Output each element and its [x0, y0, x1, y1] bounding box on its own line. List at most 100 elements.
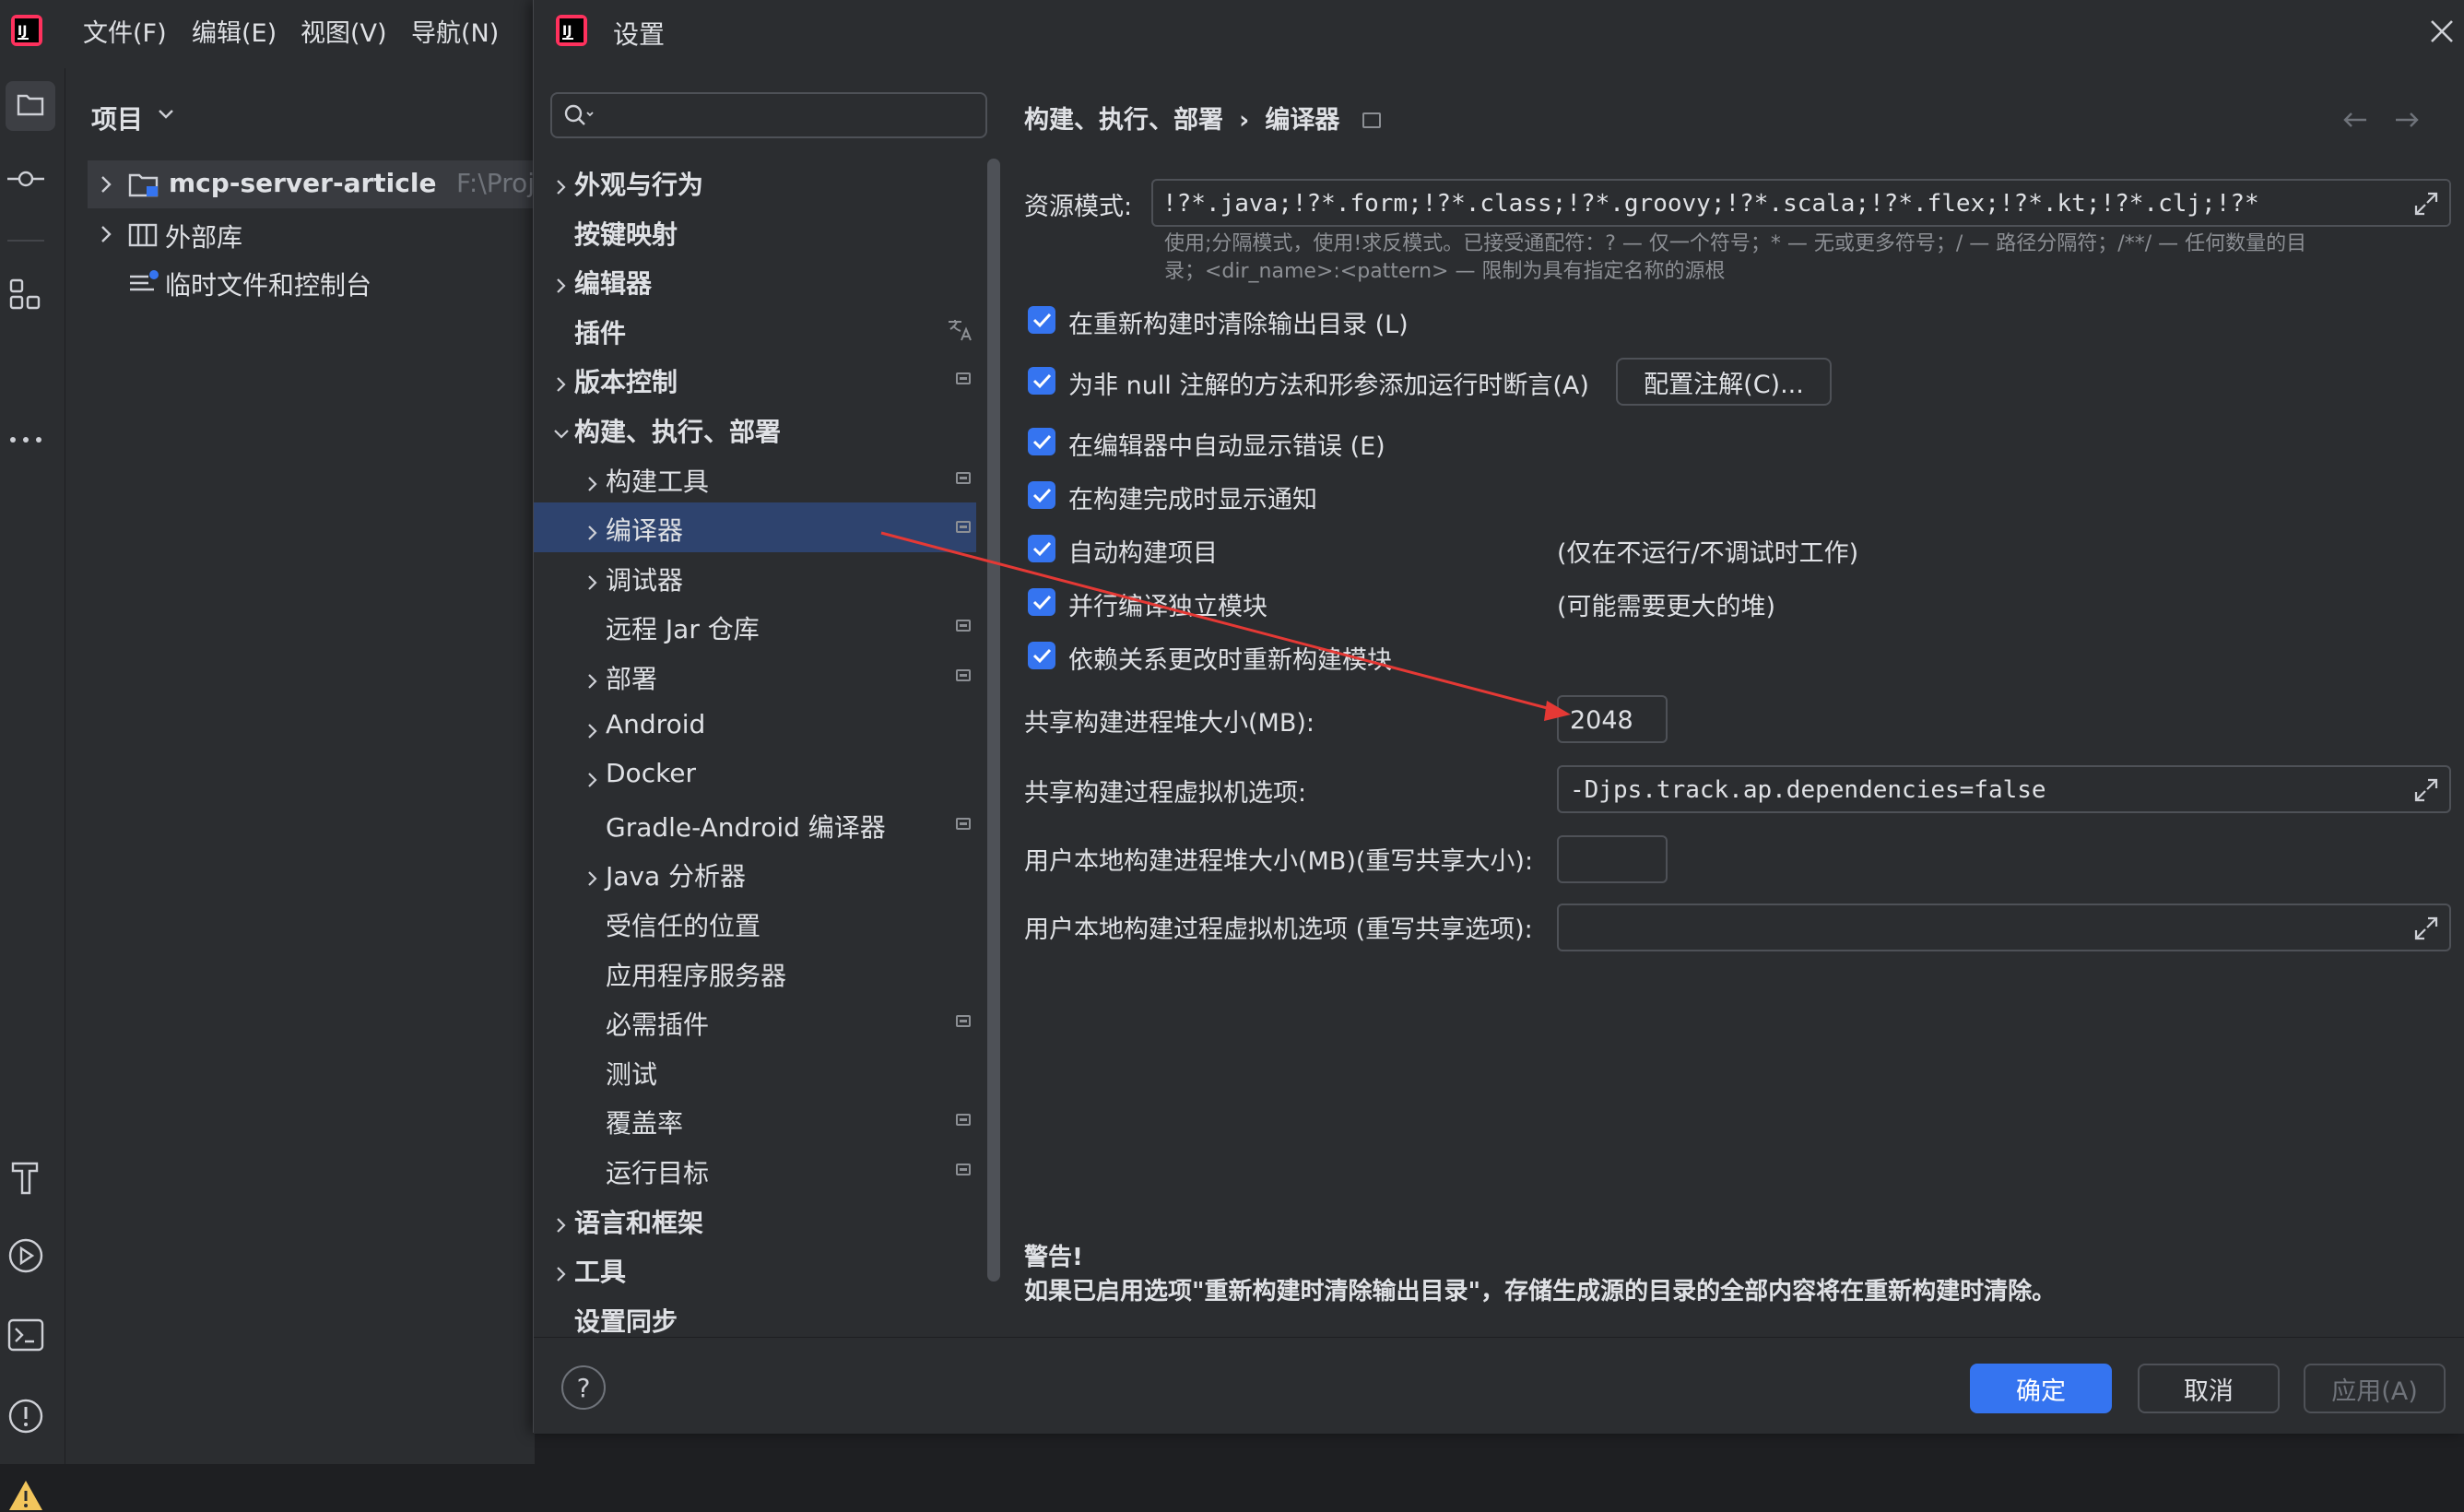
cancel-button[interactable]: 取消 — [2138, 1364, 2280, 1413]
breadcrumb-parent[interactable]: 构建、执行、部署 — [1024, 106, 1223, 135]
ok-button[interactable]: 确定 — [1970, 1364, 2112, 1413]
shared-vm-field[interactable]: -Djps.track.ap.dependencies=false — [1557, 765, 2451, 813]
expand-icon[interactable] — [2414, 192, 2438, 216]
nav-item[interactable]: 设置同步 — [534, 1293, 976, 1343]
project-panel-title[interactable]: 项目 — [91, 100, 143, 136]
nav-item[interactable]: 构建工具 — [534, 454, 976, 503]
nav-item[interactable]: Gradle-Android 编译器 — [534, 799, 976, 849]
checkbox[interactable] — [1028, 481, 1055, 509]
nav-scrollbar[interactable] — [987, 159, 1000, 1282]
resource-patterns-value[interactable]: !?*.java;!?*.form;!?*.class;!?*.groovy;!… — [1162, 190, 2259, 218]
option-label[interactable]: 在编辑器中自动显示错误 (E) — [1068, 426, 1385, 462]
option-not-null-assertions[interactable]: 为非 null 注解的方法和形参添加运行时断言(A) — [1028, 367, 1589, 400]
nav-item[interactable]: 编译器 — [534, 502, 976, 553]
configure-annotations-button[interactable]: 配置注解(C)... — [1616, 358, 1832, 406]
user-heap-field[interactable] — [1557, 835, 1668, 883]
help-button[interactable]: ? — [561, 1365, 606, 1410]
option-show-errors[interactable]: 在编辑器中自动显示错误 (E) — [1028, 428, 1385, 461]
chevron-right-icon[interactable] — [552, 172, 571, 195]
close-icon[interactable] — [2429, 18, 2455, 44]
menu-file[interactable]: 文件(F) — [83, 13, 167, 49]
chevron-right-icon[interactable] — [100, 225, 112, 243]
chevron-right-icon[interactable] — [552, 271, 571, 293]
checkbox[interactable] — [1028, 535, 1055, 562]
nav-item[interactable]: 编辑器 — [534, 255, 976, 305]
back-arrow-icon[interactable] — [2342, 111, 2368, 129]
nav-item[interactable]: 外观与行为 — [534, 157, 976, 207]
tree-row-scratches[interactable]: 临时文件和控制台 — [88, 258, 535, 306]
commit-icon[interactable] — [7, 170, 44, 188]
chevron-down-icon[interactable] — [552, 419, 571, 439]
nav-item[interactable]: Docker — [534, 750, 976, 799]
translate-icon[interactable] — [947, 318, 974, 348]
chevron-right-icon[interactable] — [584, 765, 602, 787]
chevron-right-icon[interactable] — [584, 667, 602, 689]
option-auto-build[interactable]: 自动构建项目 — [1028, 535, 1218, 568]
nav-item[interactable]: 构建、执行、部署 — [534, 404, 976, 454]
option-parallel-compile[interactable]: 并行编译独立模块 — [1028, 588, 1267, 621]
nav-item[interactable]: 调试器 — [534, 552, 976, 602]
nav-item[interactable]: 版本控制 — [534, 354, 976, 404]
option-label[interactable]: 自动构建项目 — [1068, 533, 1218, 569]
nav-item[interactable]: 测试 — [534, 1046, 976, 1096]
chevron-right-icon[interactable] — [100, 175, 112, 194]
services-icon[interactable] — [7, 1237, 44, 1274]
nav-item[interactable]: 运行目标 — [534, 1145, 976, 1195]
option-label[interactable]: 在构建完成时显示通知 — [1068, 479, 1317, 515]
project-tool-button[interactable] — [6, 81, 55, 131]
nav-item[interactable]: 覆盖率 — [534, 1095, 976, 1145]
nav-item[interactable]: 应用程序服务器 — [534, 948, 976, 998]
forward-arrow-icon[interactable] — [2394, 111, 2420, 129]
problems-icon[interactable] — [7, 1398, 44, 1435]
chevron-right-icon[interactable] — [584, 864, 602, 887]
nav-item[interactable]: 远程 Jar 仓库 — [534, 601, 976, 651]
expand-icon[interactable] — [2414, 778, 2438, 802]
chevron-right-icon[interactable] — [584, 469, 602, 491]
menu-view[interactable]: 视图(V) — [301, 13, 387, 49]
option-build-notification[interactable]: 在构建完成时显示通知 — [1028, 481, 1317, 514]
nav-item[interactable]: 工具 — [534, 1244, 976, 1293]
chevron-right-icon[interactable] — [584, 716, 602, 738]
nav-item[interactable]: 插件 — [534, 305, 976, 355]
nav-item[interactable]: 语言和框架 — [534, 1195, 976, 1245]
chevron-right-icon[interactable] — [552, 1259, 571, 1282]
chevron-down-icon[interactable] — [158, 109, 174, 120]
expand-icon[interactable] — [2414, 916, 2438, 940]
menu-edit[interactable]: 编辑(E) — [192, 13, 277, 49]
shared-heap-value[interactable]: 2048 — [1570, 706, 1633, 735]
option-label[interactable]: 依赖关系更改时重新构建模块 — [1068, 640, 1392, 676]
settings-search[interactable] — [550, 92, 987, 138]
checkbox[interactable] — [1028, 306, 1055, 334]
checkbox[interactable] — [1028, 428, 1055, 455]
tree-row-external-libs[interactable]: 外部库 — [88, 210, 535, 258]
option-label[interactable]: 并行编译独立模块 — [1068, 586, 1267, 622]
nav-item[interactable]: Java 分析器 — [534, 848, 976, 898]
resource-patterns-field[interactable]: !?*.java;!?*.form;!?*.class;!?*.groovy;!… — [1151, 179, 2451, 227]
user-vm-field[interactable] — [1557, 904, 2451, 951]
chevron-right-icon[interactable] — [584, 518, 602, 540]
structure-icon[interactable] — [9, 278, 42, 312]
checkbox[interactable] — [1028, 642, 1055, 669]
option-rebuild-on-dependency-change[interactable]: 依赖关系更改时重新构建模块 — [1028, 642, 1392, 675]
search-input[interactable] — [604, 100, 976, 133]
checkbox[interactable] — [1028, 588, 1055, 616]
nav-item[interactable]: 必需插件 — [534, 997, 976, 1046]
nav-item[interactable]: Android — [534, 701, 976, 750]
nav-item[interactable]: 部署 — [534, 651, 976, 701]
option-clear-output[interactable]: 在重新构建时清除输出目录 (L) — [1028, 306, 1409, 339]
shared-vm-value[interactable]: -Djps.track.ap.dependencies=false — [1570, 776, 2046, 804]
nav-item[interactable]: 受信任的位置 — [534, 898, 976, 948]
menu-navigate[interactable]: 导航(N) — [411, 13, 499, 49]
chevron-right-icon[interactable] — [584, 568, 602, 590]
shared-heap-field[interactable]: 2048 — [1557, 695, 1668, 743]
warning-triangle-icon[interactable] — [7, 1479, 44, 1512]
nav-item[interactable]: 按键映射 — [534, 207, 976, 256]
build-hammer-icon[interactable] — [9, 1160, 42, 1197]
chevron-right-icon[interactable] — [552, 370, 571, 393]
option-label[interactable]: 为非 null 注解的方法和形参添加运行时断言(A) — [1068, 365, 1589, 401]
terminal-icon[interactable] — [7, 1318, 44, 1352]
chevron-right-icon[interactable] — [552, 1211, 571, 1233]
option-label[interactable]: 在重新构建时清除输出目录 (L) — [1068, 304, 1409, 340]
checkbox[interactable] — [1028, 367, 1055, 395]
tree-row-project[interactable]: mcp-server-article F:\Proje — [88, 160, 550, 208]
